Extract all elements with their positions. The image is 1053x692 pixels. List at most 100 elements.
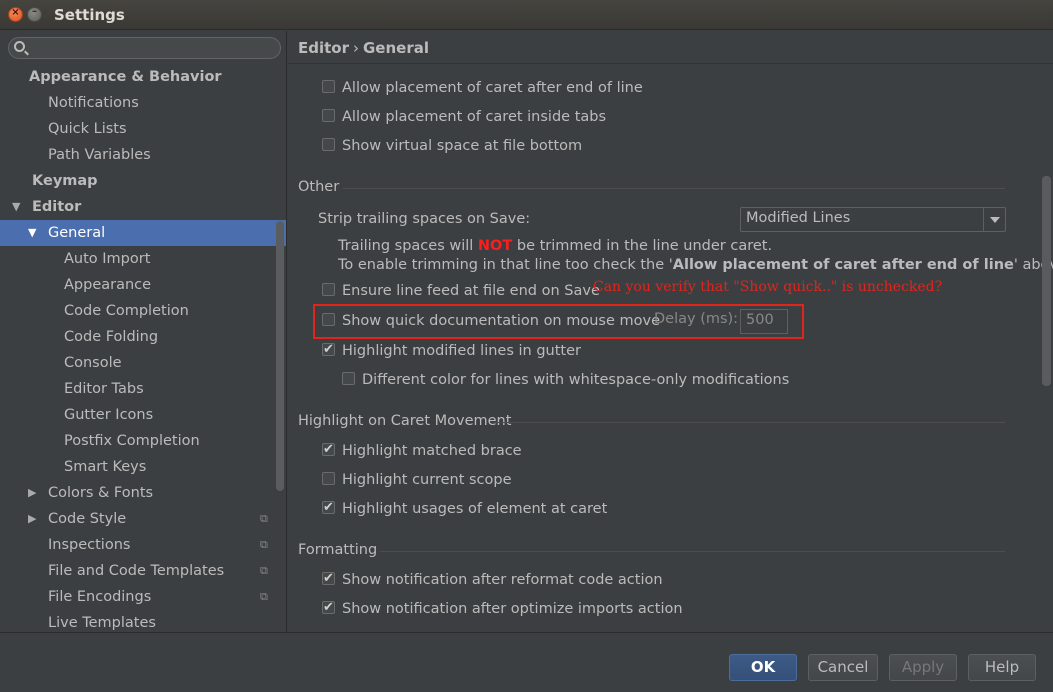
strip-trailing-value: Modified Lines — [746, 210, 851, 226]
delay-label: Delay (ms): — [654, 311, 739, 327]
close-window-button[interactable]: × — [8, 7, 23, 22]
sidebar-item-editor[interactable]: ▼ Editor — [0, 194, 275, 220]
annotation-note: Can you verify that "Show quick.." is un… — [593, 279, 943, 295]
checkbox-box[interactable] — [322, 439, 335, 461]
checkbox-label: Highlight modified lines in gutter — [342, 343, 581, 359]
minimize-window-button[interactable]: – — [27, 6, 42, 22]
sidebar-item-console[interactable]: Console — [0, 350, 275, 376]
sidebar-item-label: Keymap — [32, 173, 98, 189]
highlight-current-scope-checkbox[interactable]: Highlight current scope — [322, 469, 512, 491]
sidebar-item-label: Code Folding — [64, 329, 159, 345]
checkbox-box[interactable] — [322, 568, 335, 590]
section-divider — [380, 551, 1005, 552]
allow-caret-inside-tabs-checkbox[interactable]: Allow placement of caret inside tabs — [322, 106, 606, 128]
allow-caret-after-end-checkbox[interactable]: Allow placement of caret after end of li… — [322, 77, 643, 99]
checkbox-box[interactable] — [322, 283, 335, 296]
sidebar-item-general[interactable]: ▼ General — [0, 220, 286, 246]
breadcrumb-divider — [288, 63, 1053, 64]
highlight-usages-checkbox[interactable]: Highlight usages of element at caret — [322, 497, 608, 520]
sidebar-item-file-encodings[interactable]: File Encodings ⧉ — [0, 584, 275, 610]
checkbox-box[interactable] — [322, 597, 335, 619]
checkbox-label: Allow placement of caret after end of li… — [342, 80, 643, 96]
checkbox-box[interactable] — [322, 472, 335, 485]
section-divider — [343, 188, 1005, 189]
breadcrumb: Editor › General — [298, 39, 429, 57]
project-scope-icon: ⧉ — [260, 512, 268, 525]
sidebar-item-label: Gutter Icons — [64, 407, 154, 423]
sidebar-item-smart-keys[interactable]: Smart Keys — [0, 454, 275, 480]
chevron-down-icon[interactable] — [983, 208, 1005, 231]
sidebar-item-label: Console — [64, 355, 122, 371]
checkbox-box[interactable] — [322, 138, 335, 151]
highlight-matched-brace-checkbox[interactable]: Highlight matched brace — [322, 439, 522, 462]
checkbox-box[interactable] — [322, 497, 335, 519]
apply-button[interactable]: Apply — [889, 654, 957, 681]
sidebar-item-gutter-icons[interactable]: Gutter Icons — [0, 402, 275, 428]
checkbox-label: Show notification after optimize imports… — [342, 601, 683, 617]
cancel-button[interactable]: Cancel — [808, 654, 878, 681]
sidebar-item-inspections[interactable]: Inspections ⧉ — [0, 532, 275, 558]
sidebar-item-label: Editor Tabs — [64, 381, 144, 397]
checkbox-box[interactable] — [322, 109, 335, 122]
sidebar-item-label: Auto Import — [64, 251, 151, 267]
checkbox-box[interactable] — [322, 339, 335, 361]
different-color-whitespace-checkbox[interactable]: Different color for lines with whitespac… — [342, 369, 789, 391]
sidebar-item-label: Notifications — [48, 95, 139, 111]
sidebar-item-notifications[interactable]: Notifications — [0, 90, 275, 116]
sidebar-item-appearance-behavior[interactable]: Appearance & Behavior — [0, 64, 275, 90]
checkbox-box[interactable] — [322, 313, 335, 326]
project-scope-icon: ⧉ — [260, 564, 268, 577]
reformat-notification-checkbox[interactable]: Show notification after reformat code ac… — [322, 568, 663, 591]
sidebar-item-colors-fonts[interactable]: ▶ Colors & Fonts — [0, 480, 275, 506]
help-button[interactable]: Help — [968, 654, 1036, 681]
info-not-emphasis: NOT — [477, 238, 513, 254]
ensure-line-feed-checkbox[interactable]: Ensure line feed at file end on Save — [322, 280, 600, 302]
sidebar-scrollbar[interactable] — [276, 221, 284, 491]
virtual-space-bottom-checkbox[interactable]: Show virtual space at file bottom — [322, 135, 582, 157]
optimize-imports-notification-checkbox[interactable]: Show notification after optimize imports… — [322, 597, 683, 620]
checkbox-label: Highlight matched brace — [342, 443, 522, 459]
show-quick-doc-checkbox[interactable]: Show quick documentation on mouse move — [322, 310, 660, 332]
sidebar-item-keymap[interactable]: Keymap — [0, 168, 275, 194]
checkbox-box[interactable] — [322, 80, 335, 93]
expanded-arrow-icon[interactable]: ▼ — [12, 194, 20, 220]
sidebar-item-code-folding[interactable]: Code Folding — [0, 324, 275, 350]
ok-button[interactable]: OK — [729, 654, 797, 681]
highlight-modified-lines-checkbox[interactable]: Highlight modified lines in gutter — [322, 339, 581, 362]
section-divider — [494, 422, 1005, 423]
sidebar-item-path-variables[interactable]: Path Variables — [0, 142, 275, 168]
checkbox-label: Highlight usages of element at caret — [342, 501, 608, 517]
search-icon — [14, 41, 25, 52]
checkbox-label: Show virtual space at file bottom — [342, 138, 583, 154]
checkbox-label: Different color for lines with whitespac… — [362, 372, 790, 388]
collapsed-arrow-icon[interactable]: ▶ — [28, 480, 36, 506]
sidebar-item-label: Editor — [32, 199, 82, 215]
checkbox-box[interactable] — [342, 372, 355, 385]
sidebar-item-file-and-code-templates[interactable]: File and Code Templates ⧉ — [0, 558, 275, 584]
sidebar-item-label: Appearance & Behavior — [29, 69, 222, 85]
sidebar-item-editor-tabs[interactable]: Editor Tabs — [0, 376, 275, 402]
sidebar-item-appearance[interactable]: Appearance — [0, 272, 275, 298]
delay-input[interactable]: 500 — [740, 309, 788, 334]
settings-tree-sidebar: Appearance & Behavior Notifications Quick … — [0, 31, 287, 632]
dialog-button-bar: OK Cancel Apply Help — [0, 632, 1053, 692]
strip-trailing-label: Strip trailing spaces on Save: — [318, 211, 531, 227]
checkbox-label: Show notification after reformat code ac… — [342, 572, 663, 588]
sidebar-item-quick-lists[interactable]: Quick Lists — [0, 116, 275, 142]
sidebar-item-auto-import[interactable]: Auto Import — [0, 246, 275, 272]
strip-trailing-select[interactable]: Modified Lines — [740, 207, 1006, 232]
sidebar-item-code-completion[interactable]: Code Completion — [0, 298, 275, 324]
search-input[interactable] — [8, 37, 281, 59]
sidebar-item-label: Inspections — [48, 537, 131, 553]
collapsed-arrow-icon[interactable]: ▶ — [28, 506, 36, 532]
sidebar-item-postfix-completion[interactable]: Postfix Completion — [0, 428, 275, 454]
sidebar-item-code-style[interactable]: ▶ Code Style ⧉ — [0, 506, 275, 532]
trailing-spaces-info-line-2: To enable trimming in that line too chec… — [338, 257, 1053, 273]
main-scrollbar[interactable] — [1042, 176, 1051, 386]
sidebar-item-label: File and Code Templates — [48, 563, 225, 579]
expanded-arrow-icon[interactable]: ▼ — [28, 220, 36, 246]
sidebar-item-live-templates[interactable]: Live Templates — [0, 610, 275, 632]
info-text: Trailing spaces will — [338, 238, 478, 254]
trailing-spaces-info-line-1: Trailing spaces will NOT be trimmed in t… — [338, 238, 772, 254]
checkbox-label: Allow placement of caret inside tabs — [342, 109, 607, 125]
